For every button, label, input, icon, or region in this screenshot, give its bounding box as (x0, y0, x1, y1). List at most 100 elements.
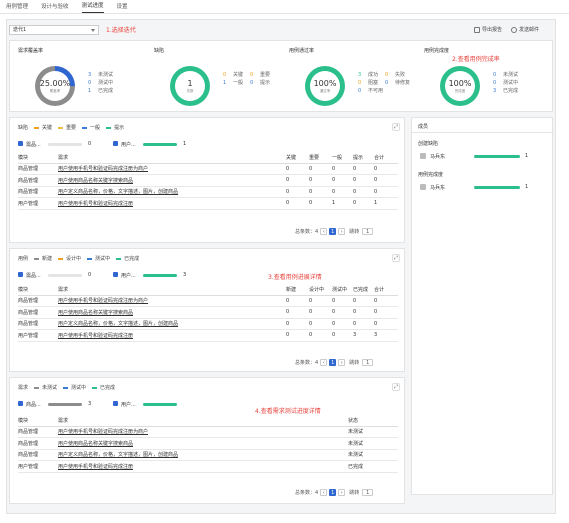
filter1-checkbox[interactable] (18, 272, 23, 277)
prev-page-button[interactable]: ‹ (320, 359, 328, 366)
req-legend: 需求 未测试 测试中 已完成 (18, 384, 115, 391)
cell-requirement-link[interactable]: 用户定义商品名称，价格，文字描述，图片，创建商品 (58, 318, 286, 330)
cell: 3 (374, 329, 398, 342)
tab-case-management[interactable]: 用例管理 (6, 0, 28, 14)
stat-label: 待修复 (395, 80, 411, 86)
cell-module: 用户管理 (18, 329, 58, 342)
stat-num: 0 (358, 80, 362, 86)
jump-input[interactable]: 1 (362, 228, 374, 235)
filter1-checkbox[interactable] (18, 401, 23, 406)
total-count: 总条数：4 (295, 490, 319, 496)
filter1-checkbox[interactable] (18, 141, 23, 146)
cell-status: 未测试 (348, 426, 398, 438)
jump-input[interactable]: 1 (362, 359, 374, 366)
defect-legend: 缺陷 关键 重要 一般 提示 (18, 124, 124, 131)
defect-panel-title: 缺陷 (18, 125, 29, 131)
cell-requirement-link[interactable]: 用户使用商品名称关键字搜索商品 (58, 437, 348, 450)
col-requirement: 需求 (58, 153, 286, 164)
member-bar (474, 186, 520, 189)
stat-label: 测试中 (503, 80, 519, 86)
cell-requirement-link[interactable]: 用户使用手机号和验证码完成注册 (58, 329, 286, 342)
cell-requirement-link[interactable]: 用户定义商品名称，价格，文字描述，图片，创建商品 (58, 186, 286, 198)
annotation-2: 2.查看用例完成率 (452, 56, 500, 63)
legend-item: 测试中 (95, 256, 111, 262)
filter2-label: 用户... (121, 273, 136, 279)
filter1-count: 3 (88, 401, 92, 407)
cell-requirement-link[interactable]: 用户使用手机号和验证码完成注册 (58, 197, 286, 210)
cell: 0 (374, 174, 398, 187)
cell: 0 (374, 306, 398, 319)
tab-test-progress[interactable]: 测试进度 (81, 0, 104, 13)
prev-page-button[interactable]: ‹ (320, 228, 328, 235)
col-critical: 关键 (286, 153, 309, 164)
legend-swatch (87, 257, 93, 260)
stat-label: 成功 (368, 72, 379, 78)
table-row: 用户管理 用户使用手机号和验证码完成注册 0 0 0 3 3 (18, 329, 398, 342)
cell: 0 (353, 163, 374, 175)
cell-requirement-link[interactable]: 用户使用手机号和验证码完成注册为商户 (58, 426, 348, 438)
legend-swatch (106, 126, 112, 129)
filter1-bar (48, 274, 82, 277)
cell-requirement-link[interactable]: 用户使用商品名称关键字搜索商品 (58, 174, 286, 187)
expand-icon[interactable]: ⤢ (392, 254, 400, 262)
cell-requirement-link[interactable]: 用户使用商品名称关键字搜索商品 (58, 306, 286, 319)
cell: 1 (332, 197, 353, 210)
cell-module: 商品管理 (18, 186, 58, 198)
stat-num: 0 (385, 72, 389, 78)
next-page-button[interactable]: › (338, 489, 346, 496)
cell-requirement-link[interactable]: 用户使用手机号和验证码完成注册 (58, 460, 348, 473)
legend-swatch (34, 386, 40, 389)
filter2-label: 用户... (121, 142, 136, 148)
iteration-select[interactable]: 迭代1 (9, 25, 99, 35)
toolbar: 迭代1 1.选择迭代 导出报告 发送邮件 (9, 25, 555, 37)
filter2-checkbox[interactable] (113, 141, 118, 146)
send-email-button[interactable]: 发送邮件 (511, 26, 539, 33)
total-count: 总条数：4 (295, 229, 319, 235)
col-total: 合计 (374, 153, 398, 164)
table-row: 商品管理 用户使用手机号和验证码完成注册为商户 0 0 0 0 0 (18, 295, 398, 307)
cell-requirement-link[interactable]: 用户定义商品名称，价格，文字描述，图片，创建商品 (58, 449, 348, 461)
page-1-button[interactable]: 1 (329, 359, 337, 366)
cell: 3 (353, 329, 374, 342)
defect-table: 模块 需求 关键 重要 一般 提示 合计 商品管理 用户使用手机号和验证码完成注册… (18, 153, 398, 210)
table-row: 商品管理 用户定义商品名称，价格，文字描述，图片，创建商品 0 0 0 0 0 (18, 318, 398, 330)
passrate-value: 100% (313, 78, 337, 88)
req-pager: 总条数：4 ‹ 1 › 跳转 1 (295, 489, 374, 496)
cell: 0 (332, 329, 353, 342)
col-done: 已完成 (353, 285, 374, 296)
page-1-button[interactable]: 1 (329, 228, 337, 235)
cell: 0 (309, 163, 332, 175)
tab-design-acceptance[interactable]: 设计与验收 (41, 0, 69, 14)
coverage-title: 需求覆盖率 (18, 48, 44, 54)
stat-label: 测试中 (98, 80, 114, 86)
col-module: 模块 (18, 153, 58, 164)
expand-icon[interactable]: ⤢ (392, 123, 400, 131)
tab-settings[interactable]: 设置 (117, 0, 128, 14)
cell-requirement-link[interactable]: 用户使用手机号和验证码完成注册为商户 (58, 295, 286, 307)
avatar (420, 153, 426, 159)
table-row: 商品管理 用户使用商品名称关键字搜索商品 0 0 0 0 0 (18, 174, 398, 187)
stat-num: 3 (88, 72, 92, 78)
col-status: 状态 (348, 416, 398, 427)
member-count: 1 (525, 184, 529, 190)
legend-item: 提示 (114, 125, 125, 131)
jump-input[interactable]: 1 (362, 489, 374, 496)
member-name: 马兵东 (430, 185, 446, 191)
completion-caption: 完成度 (454, 88, 466, 93)
next-page-button[interactable]: › (338, 359, 346, 366)
stat-num: 0 (88, 80, 92, 86)
cell-requirement-link[interactable]: 用户使用手机号和验证码完成注册为商户 (58, 163, 286, 175)
filter2-checkbox[interactable] (113, 401, 118, 406)
prev-page-button[interactable]: ‹ (320, 489, 328, 496)
col-testing: 测试中 (332, 285, 353, 296)
stat-num: 1 (223, 80, 227, 86)
filter2-checkbox[interactable] (113, 272, 118, 277)
next-page-button[interactable]: › (338, 228, 346, 235)
export-report-button[interactable]: 导出报告 (474, 26, 502, 33)
mail-icon (511, 26, 517, 33)
annotation-1: 1.选择迭代 (106, 27, 136, 34)
defect-panel: 缺陷 关键 重要 一般 提示 ⤢ 需品... 0 用户... 1 模块 需求 关… (9, 117, 405, 243)
page-1-button[interactable]: 1 (329, 489, 337, 496)
col-module: 模块 (18, 285, 58, 296)
expand-icon[interactable]: ⤢ (392, 383, 400, 391)
